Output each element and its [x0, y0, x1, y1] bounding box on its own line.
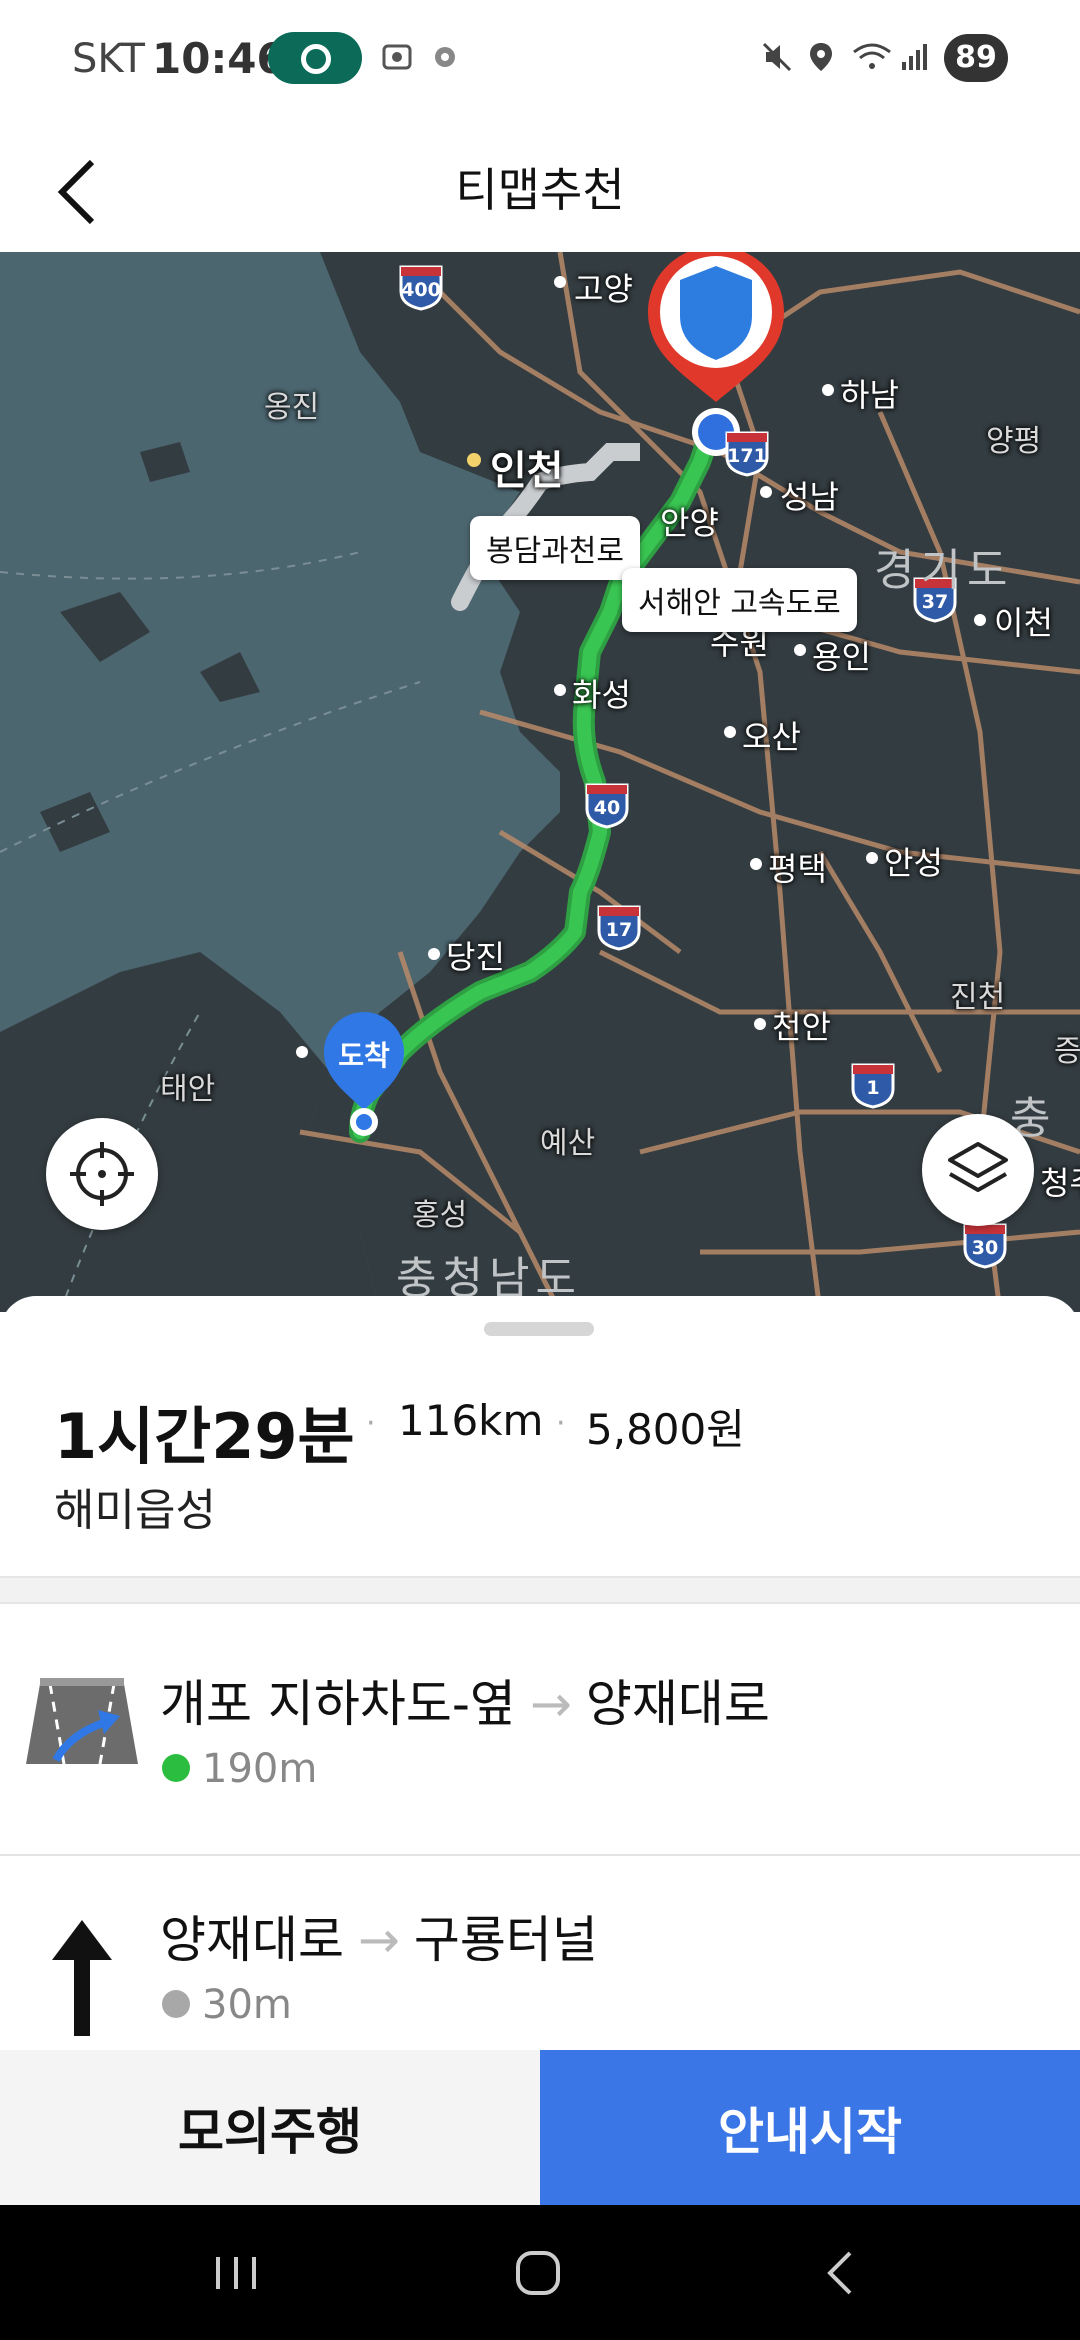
clock: 10:46	[152, 34, 286, 83]
destination-name: 해미읍성	[54, 1485, 216, 1536]
place-label: 예산	[540, 1126, 596, 1161]
action-bar: 모의주행 안내시작	[0, 2050, 1080, 2205]
place-label: 증	[1054, 1034, 1080, 1069]
layers-icon[interactable]	[922, 1114, 1034, 1226]
step-from: 양재대로	[160, 1911, 344, 1969]
place-label: 인천	[490, 448, 564, 494]
place-label: 이천	[994, 604, 1053, 642]
road-callout: 봉담과천로	[470, 516, 640, 580]
wifi-icon	[853, 43, 891, 69]
region-label: 경기도	[874, 545, 1014, 596]
back-icon[interactable]	[780, 2233, 900, 2313]
place-label: 당진	[446, 938, 505, 976]
route-step[interactable]: 개포 지하차도-옆 → 양재대로 190m	[0, 1624, 1080, 1874]
separator-dot: ·	[366, 1406, 376, 1441]
place-label: 화성	[572, 676, 631, 714]
carrier-label: SKT	[72, 36, 145, 82]
place-label: 옹진	[264, 390, 320, 425]
status-bar: SKT 10:46 89	[0, 0, 1080, 118]
step-to: 구룡터널	[413, 1911, 598, 1969]
place-label: 태안	[160, 1072, 216, 1107]
page-title: 티맵추천	[455, 163, 625, 217]
highway-shield: 17	[594, 902, 644, 952]
place-label: 평택	[768, 850, 827, 888]
status-dot	[162, 1754, 190, 1782]
arrow-right-icon: →	[358, 1911, 400, 1969]
row-divider	[0, 1854, 1080, 1856]
recents-icon[interactable]	[176, 2233, 296, 2313]
separator-dot: ·	[556, 1406, 566, 1441]
highway-shield: 30	[960, 1220, 1010, 1270]
highway-shield: 40	[582, 780, 632, 830]
arrow-right-icon: →	[529, 1675, 572, 1733]
location-icon	[810, 43, 832, 71]
place-label: 용인	[812, 638, 871, 676]
step-from: 개포 지하차도-옆	[160, 1675, 516, 1733]
route-distance: 116km	[398, 1396, 544, 1445]
simulate-drive-button[interactable]: 모의주행	[0, 2050, 540, 2205]
road-callout: 서해안 고속도로	[622, 568, 857, 632]
highway-merge-right-icon	[26, 1678, 138, 1765]
place-label: 홍성	[412, 1198, 468, 1233]
place-label: 오산	[742, 718, 801, 756]
route-toll: 5,800원	[586, 1405, 745, 1454]
highway-shield: 400	[396, 262, 446, 312]
place-label: 진천	[950, 980, 1006, 1015]
step-title: 개포 지하차도-옆 → 양재대로	[160, 1664, 770, 1736]
step-title: 양재대로 → 구룡터널	[160, 1900, 598, 1972]
place-label: 청주	[1040, 1164, 1080, 1202]
signal-icon	[902, 44, 927, 70]
destination-pin[interactable]: 도착	[322, 1010, 406, 1140]
app-pill-icon	[268, 32, 362, 84]
highway-shield: 1	[848, 1060, 898, 1110]
route-map[interactable]: 400 171 37 40 17 1 30 고양 하남 양평 옹진 인천 성남 …	[0, 252, 1080, 1312]
route-duration: 1시간29분	[54, 1400, 355, 1473]
destination-label: 도착	[338, 1039, 390, 1072]
battery-level: 89	[955, 40, 997, 75]
straight-arrow-icon	[52, 1920, 112, 2036]
place-label: 천안	[772, 1008, 831, 1046]
start-navigation-button[interactable]: 안내시작	[540, 2050, 1080, 2205]
section-divider	[0, 1576, 1080, 1604]
place-label: 안양	[660, 504, 719, 542]
screenshot-icon	[382, 44, 412, 70]
place-label: 고양	[574, 270, 633, 308]
system-nav-bar	[0, 2205, 1080, 2340]
home-icon[interactable]	[478, 2233, 598, 2313]
status-dot	[162, 1990, 190, 2018]
step-to: 양재대로	[585, 1675, 770, 1733]
crosshair-icon[interactable]	[46, 1118, 158, 1230]
battery-icon: 89	[944, 34, 1008, 82]
mute-icon	[762, 42, 792, 72]
place-label: 하남	[840, 376, 899, 414]
location-dot-icon	[435, 47, 455, 67]
step-distance: 30m	[202, 1982, 292, 2028]
app-header: 티맵추천	[0, 118, 1080, 252]
place-label: 안성	[884, 844, 943, 882]
place-label: 성남	[780, 478, 839, 516]
route-sheet: 1시간29분 · 116km · 5,800원 해미읍성 개포 지하차도-옆 → 양…	[0, 1296, 1080, 2056]
step-distance: 190m	[202, 1746, 318, 1792]
sheet-handle[interactable]	[484, 1322, 594, 1336]
place-label: 양평	[986, 424, 1042, 459]
highway-shield: 171	[722, 428, 772, 478]
